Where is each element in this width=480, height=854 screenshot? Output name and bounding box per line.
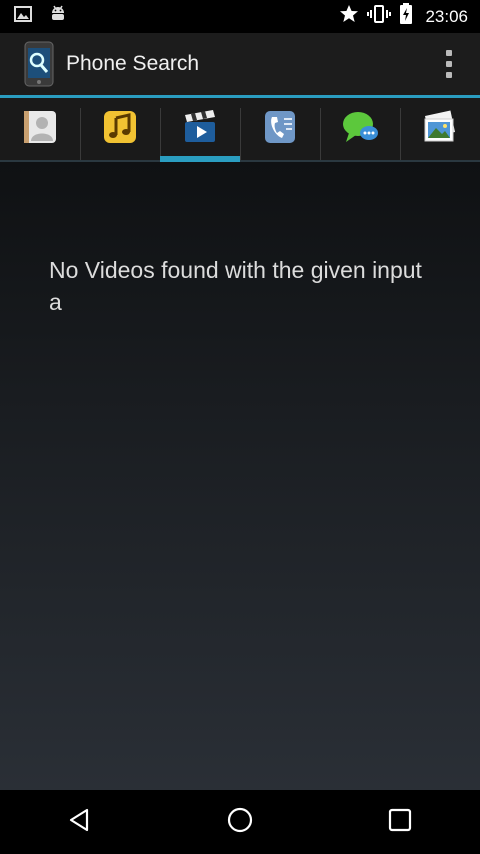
tab-contacts[interactable]: [0, 98, 80, 160]
action-bar: Phone Search: [0, 33, 480, 95]
phone-search-app-icon[interactable]: [22, 41, 56, 87]
app-title: Phone Search: [66, 52, 200, 75]
empty-results-message: No Videos found with the given input a: [49, 257, 422, 315]
music-note-icon: [102, 109, 138, 150]
back-button[interactable]: [50, 792, 110, 852]
back-icon: [67, 807, 93, 838]
overflow-menu-icon[interactable]: [446, 50, 454, 78]
home-button[interactable]: [210, 792, 270, 852]
tab-bar: [0, 98, 480, 162]
android-notification-icon: [50, 5, 66, 28]
status-bar: 23:06: [0, 0, 480, 33]
tab-messages[interactable]: [320, 98, 400, 160]
recents-icon: [388, 808, 412, 837]
contacts-icon: [22, 109, 58, 150]
call-log-icon: [262, 109, 298, 150]
photos-icon: [421, 109, 459, 150]
results-area: No Videos found with the given input a: [0, 162, 480, 790]
vibrate-icon: [367, 4, 392, 29]
message-bubble-icon: [341, 109, 379, 150]
tab-music[interactable]: [80, 98, 160, 160]
tab-videos[interactable]: [160, 98, 240, 162]
battery-icon: [399, 3, 413, 30]
star-icon: [339, 4, 359, 29]
image-notification-icon: [14, 6, 32, 27]
tab-photos[interactable]: [400, 98, 480, 160]
clock: 23:06: [425, 6, 468, 26]
home-icon: [226, 806, 254, 839]
recents-button[interactable]: [370, 792, 430, 852]
tab-call-log[interactable]: [240, 98, 320, 160]
navigation-bar: [0, 790, 480, 854]
video-clapperboard-icon: [182, 109, 218, 150]
